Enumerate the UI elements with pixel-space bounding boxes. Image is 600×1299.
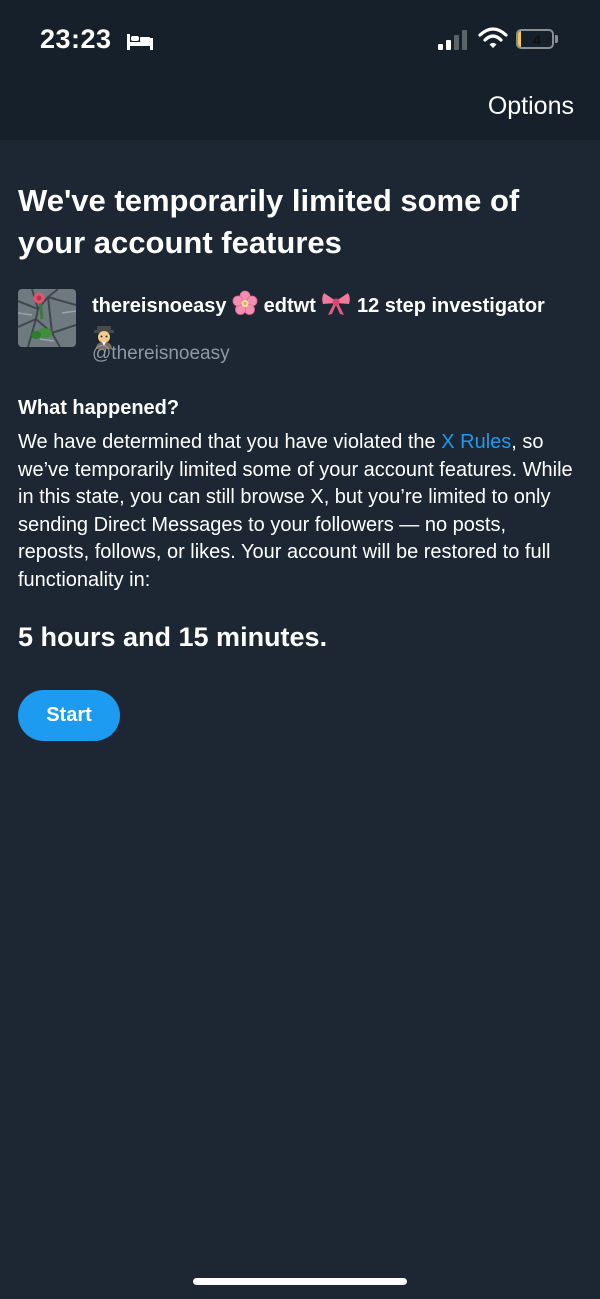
cellular-signal-icon	[438, 30, 467, 50]
x-rules-link[interactable]: X Rules	[441, 431, 511, 453]
name-part-username: thereisnoeasy	[92, 294, 227, 317]
what-happened-heading: What happened?	[18, 397, 180, 419]
home-indicator[interactable]	[193, 1278, 407, 1285]
options-button[interactable]: Options	[488, 92, 574, 121]
battery-level: 4	[532, 32, 542, 49]
explanation-text: We have determined that you have violate…	[18, 429, 578, 594]
battery-cap	[555, 35, 558, 43]
wifi-icon	[478, 27, 508, 48]
explanation-part-1: We have determined that you have violate…	[18, 431, 442, 453]
name-part-bio: 12 step investigator	[356, 294, 545, 317]
battery-body: 4	[516, 29, 554, 49]
ribbon-emoji	[321, 290, 351, 323]
name-part-tag: edtwt	[263, 294, 316, 317]
battery-icon: 4	[516, 29, 560, 51]
status-time: 23:23	[40, 24, 112, 54]
restriction-countdown: 5 hours and 15 minutes.	[18, 622, 328, 652]
avatar	[18, 289, 76, 347]
account-handle[interactable]: @thereisnoeasy	[92, 343, 230, 365]
bed-icon	[127, 34, 153, 50]
top-bar: 23:23 4 Options	[0, 0, 600, 140]
explanation-part-2: , so we’ve temporarily limited some of y…	[18, 431, 573, 591]
page-title: We've temporarily limited some of your a…	[18, 183, 520, 260]
start-button[interactable]: Start	[18, 690, 120, 741]
cherry-blossom-emoji	[232, 290, 258, 323]
